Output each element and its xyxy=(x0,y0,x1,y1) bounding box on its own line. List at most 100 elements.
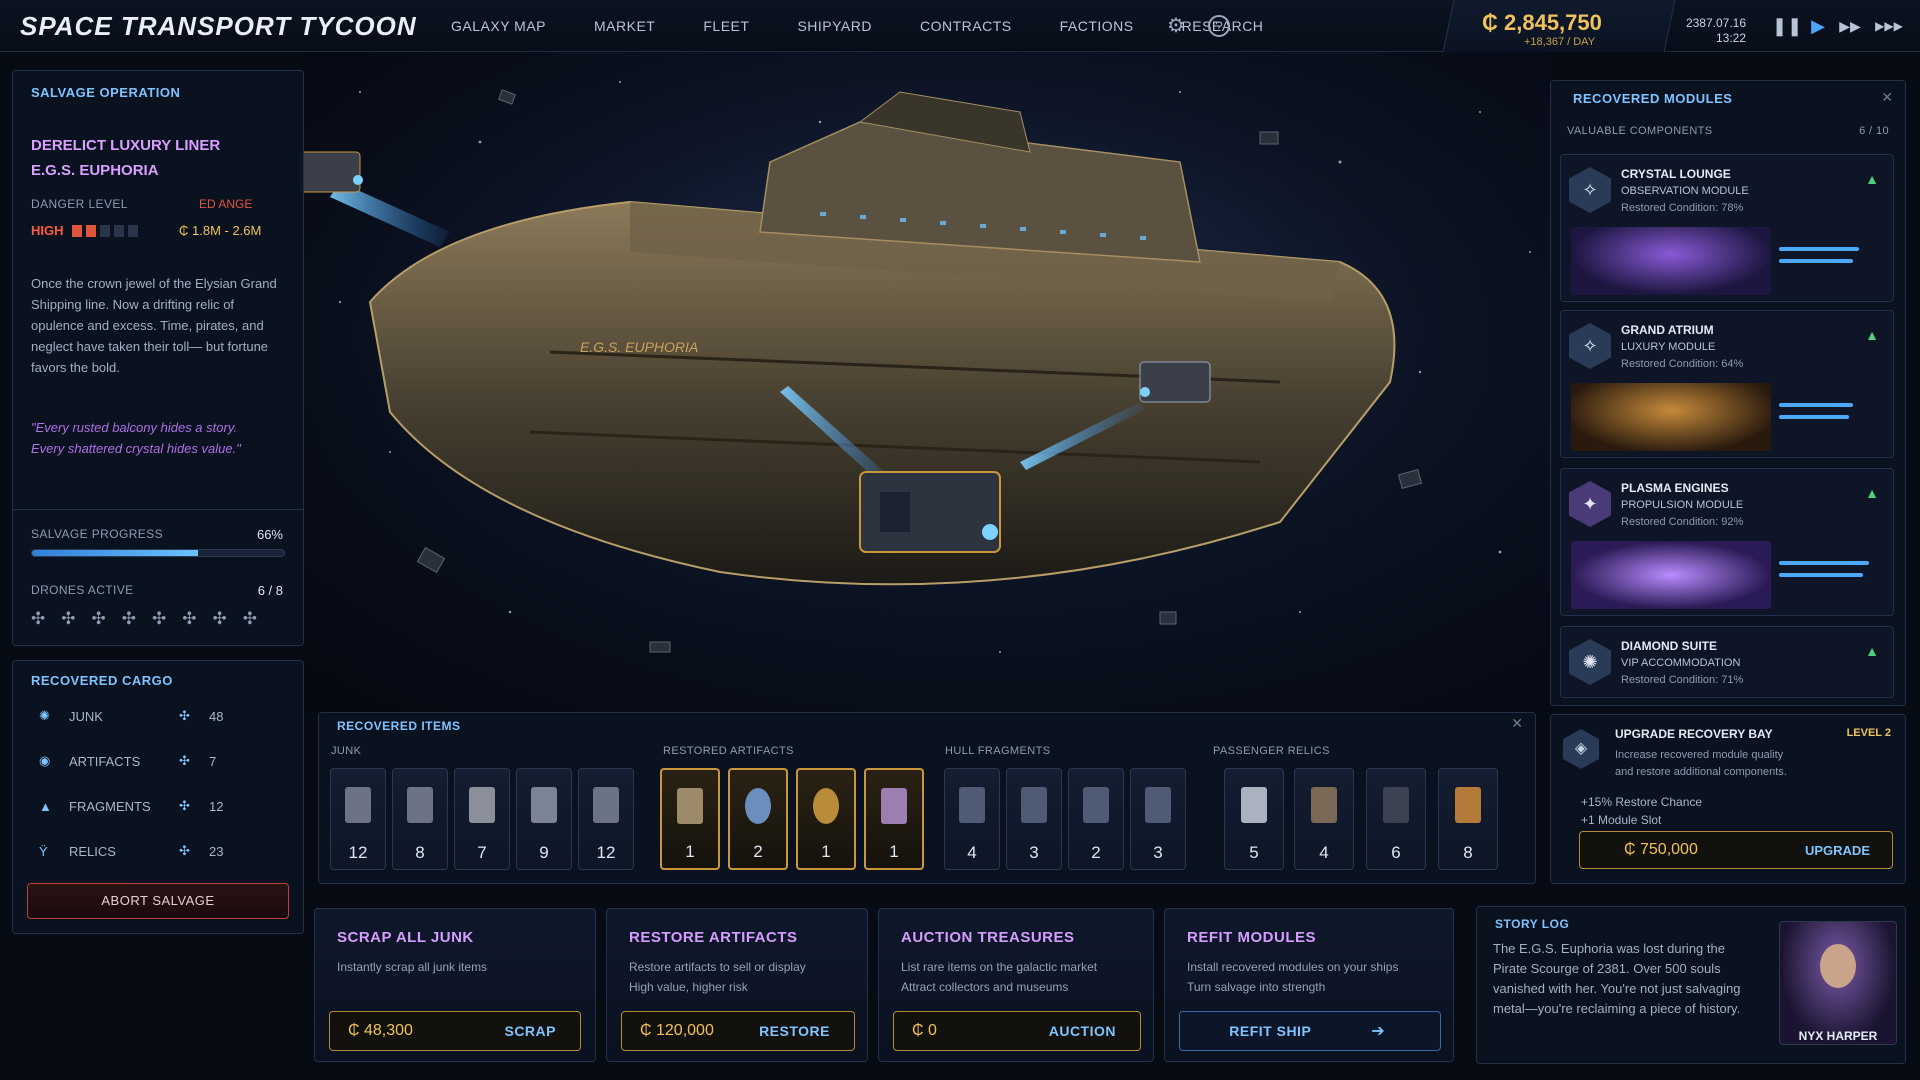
salvage-progress-fill xyxy=(32,550,199,556)
action-button-label: AUCTION xyxy=(1048,1023,1116,1039)
item-count: 4 xyxy=(967,843,977,862)
item-slot-relic[interactable]: 5 xyxy=(1224,768,1284,870)
salvage-drone xyxy=(300,151,363,193)
fastest-forward-icon[interactable]: ▶▶▶ xyxy=(1874,14,1904,38)
item-slot-artifact[interactable]: 2 xyxy=(728,768,788,870)
character-portrait[interactable] xyxy=(1779,921,1897,1045)
refit-modules-card: REFIT MODULES Install recovered modules … xyxy=(1164,908,1454,1062)
action-desc-line: Attract collectors and museums xyxy=(901,980,1069,994)
item-count: 8 xyxy=(415,843,425,862)
artifact-icon: ◉ xyxy=(39,753,51,768)
item-slot-relic[interactable]: 6 xyxy=(1366,768,1426,870)
scrap-button[interactable]: ₵ 48,300 SCRAP xyxy=(329,1011,581,1051)
item-slot-hull[interactable]: 3 xyxy=(1130,768,1186,870)
cargo-count: 48 xyxy=(209,708,224,724)
nav-shipyard[interactable]: SHIPYARD xyxy=(776,0,893,52)
relic-icon: Ÿ xyxy=(39,843,48,859)
auction-button[interactable]: ₵ 0 AUCTION xyxy=(893,1011,1141,1051)
item-slot-artifact[interactable]: 1 xyxy=(796,768,856,870)
nav-contracts[interactable]: CONTRACTS xyxy=(899,0,1033,52)
danger-value: HIGH xyxy=(31,223,64,238)
item-slot-relic[interactable]: 4 xyxy=(1294,768,1354,870)
module-stat-bar xyxy=(1779,259,1853,263)
module-image xyxy=(1571,383,1771,451)
nav-galaxy-map[interactable]: GALAXY MAP xyxy=(430,0,567,52)
restore-button[interactable]: ₵ 120,000 RESTORE xyxy=(621,1011,855,1051)
diamond-icon: ✺ xyxy=(1569,639,1611,685)
module-card[interactable]: ✧ CRYSTAL LOUNGE OBSERVATION MODULE Rest… xyxy=(1560,154,1894,302)
bust-statue-icon xyxy=(677,788,703,824)
item-slot-artifact[interactable]: 1 xyxy=(660,768,720,870)
bottle-icon xyxy=(1455,787,1481,823)
drones-label: DRONES ACTIVE xyxy=(31,583,134,597)
item-slot-junk[interactable]: 12 xyxy=(578,768,634,870)
gear-icon[interactable]: ⚙ xyxy=(1164,14,1188,38)
drone-icon: ✣ xyxy=(179,708,190,723)
item-slot-hull[interactable]: 4 xyxy=(944,768,1000,870)
cargo-row-artifacts: ◉ ARTIFACTS ✣ 7 xyxy=(39,750,216,772)
pause-icon[interactable]: ❚❚ xyxy=(1772,14,1802,38)
close-icon[interactable]: ✕ xyxy=(1881,89,1893,106)
target-description: Once the crown jewel of the Elysian Gran… xyxy=(31,276,277,375)
action-desc-line: Install recovered modules on your ships xyxy=(1187,960,1399,974)
module-name: CRYSTAL LOUNGE xyxy=(1621,167,1731,181)
cargo-row-relics: Ÿ RELICS ✣ 23 xyxy=(39,840,223,862)
refit-ship-button[interactable]: REFIT SHIP ➔ xyxy=(1179,1011,1441,1051)
module-stat-bar xyxy=(1779,403,1853,407)
module-card[interactable]: ✺ DIAMOND SUITE VIP ACCOMMODATION Restor… xyxy=(1560,626,1894,698)
necklace-icon xyxy=(813,788,839,824)
group-label-junk: JUNK xyxy=(331,745,362,757)
item-count: 2 xyxy=(753,842,763,861)
cargo-count: 7 xyxy=(209,753,217,769)
cube-icon: ◈ xyxy=(1563,729,1599,769)
drone-icon: ✣ xyxy=(182,609,197,628)
module-condition: Restored Condition: 64% xyxy=(1621,358,1744,370)
trophy-icon xyxy=(881,788,907,824)
item-slot-hull[interactable]: 3 xyxy=(1006,768,1062,870)
item-count: 9 xyxy=(539,843,549,862)
item-count: 5 xyxy=(1249,843,1259,862)
module-card[interactable]: ✧ GRAND ATRIUM LUXURY MODULE Restored Co… xyxy=(1560,310,1894,458)
module-stat-bar xyxy=(1779,561,1869,565)
module-card[interactable]: ✦ PLASMA ENGINES PROPULSION MODULE Resto… xyxy=(1560,468,1894,616)
abort-salvage-button[interactable]: ABORT SALVAGE xyxy=(27,883,289,919)
cargo-label: ARTIFACTS xyxy=(69,753,141,769)
help-icon[interactable]: ? xyxy=(1208,15,1230,37)
value-range: ₵ 1.8M - 2.6M xyxy=(179,223,262,238)
item-slot-junk[interactable]: 7 xyxy=(454,768,510,870)
item-slot-junk[interactable]: 8 xyxy=(392,768,448,870)
danger-meter: HIGH xyxy=(31,223,138,238)
character-name: NYX HARPER xyxy=(1798,1029,1878,1043)
salvage-drone xyxy=(1139,361,1211,403)
nav-fleet[interactable]: FLEET xyxy=(682,0,770,52)
panel-title: RECOVERED MODULES xyxy=(1573,91,1733,106)
group-label-hull: HULL FRAGMENTS xyxy=(945,745,1051,757)
module-type: PROPULSION MODULE xyxy=(1621,499,1744,511)
upgrade-arrow-icon: ▲ xyxy=(1865,485,1879,501)
fast-forward-icon[interactable]: ▶▶ xyxy=(1838,14,1862,38)
game-time: 13:22 xyxy=(1715,31,1746,45)
module-stat-bar xyxy=(1779,415,1849,419)
upgrade-button[interactable]: ₵ 750,000 UPGRADE xyxy=(1579,831,1893,869)
income-value: +18,367 / DAY xyxy=(1524,36,1596,48)
salvage-scene: E.G.S. EUPHORIA xyxy=(300,52,1550,712)
nav-factions[interactable]: FACTIONS xyxy=(1039,0,1155,52)
derelict-ship-illustration: E.G.S. EUPHORIA xyxy=(300,52,1550,712)
item-slot-relic[interactable]: 8 xyxy=(1438,768,1498,870)
cargo-label: FRAGMENTS xyxy=(69,798,151,814)
upgrade-desc-line: and restore additional components. xyxy=(1615,766,1787,778)
item-slot-junk[interactable]: 12 xyxy=(330,768,386,870)
action-value: ₵ 120,000 xyxy=(640,1022,714,1039)
auction-treasures-card: AUCTION TREASURES List rare items on the… xyxy=(878,908,1154,1062)
salvage-operation-panel: SALVAGE OPERATION DERELICT LUXURY LINER … xyxy=(12,70,304,646)
item-slot-artifact[interactable]: 1 xyxy=(864,768,924,870)
item-slot-junk[interactable]: 9 xyxy=(516,768,572,870)
drone-icon: ✣ xyxy=(61,609,76,628)
item-slot-hull[interactable]: 2 xyxy=(1068,768,1124,870)
play-icon[interactable]: ▶ xyxy=(1806,14,1830,38)
hull-plate-icon xyxy=(1021,787,1047,823)
upgrade-arrow-icon: ▲ xyxy=(1865,171,1879,187)
nav-market[interactable]: MARKET xyxy=(573,0,676,52)
cargo-label: JUNK xyxy=(69,708,103,724)
close-icon[interactable]: ✕ xyxy=(1511,715,1523,732)
